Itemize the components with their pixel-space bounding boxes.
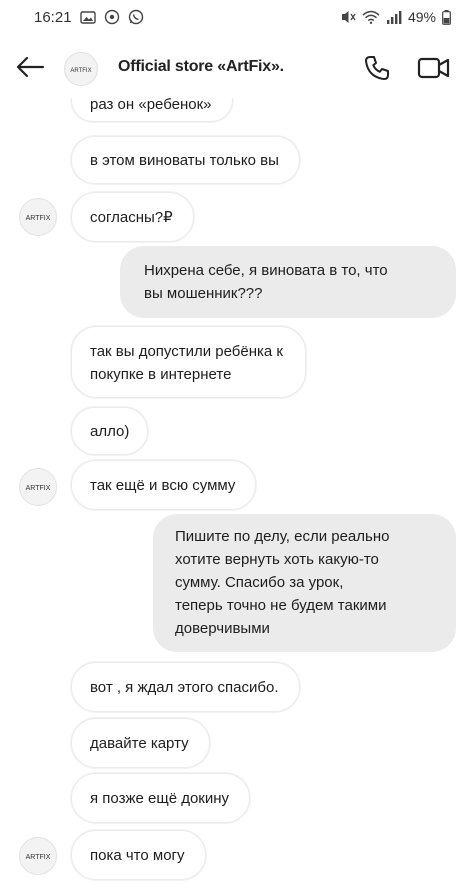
message-line: Пишите по делу, если реально — [175, 528, 390, 545]
battery-icon — [442, 9, 451, 25]
message-line: доверчивыми — [175, 620, 270, 637]
back-arrow-icon — [16, 56, 45, 78]
message-incoming[interactable]: вот , я ждал этого спасибо. — [71, 662, 300, 712]
message-line: вы мошенник??? — [144, 285, 263, 302]
status-left: 16:21 — [34, 9, 144, 26]
message-text: пока что могу — [90, 847, 185, 864]
message-text: вот , я ждал этого спасибо. — [90, 679, 279, 696]
call-button[interactable] — [360, 51, 394, 85]
message-text: согласны?₽ — [90, 209, 173, 226]
message-incoming[interactable]: в этом виноваты только вы — [71, 136, 300, 184]
status-time: 16:21 — [34, 8, 72, 26]
message-outgoing[interactable]: Пишите по делу, если реально хотите верн… — [153, 514, 456, 652]
status-right: 49% — [340, 9, 451, 25]
chat-header: ARTFIX Official store «ArtFix». — [0, 36, 473, 98]
status-bar: 16:21 49% — [0, 0, 473, 34]
sender-avatar[interactable]: ARTFIX — [19, 837, 57, 875]
battery-percent: 49% — [407, 9, 436, 25]
message-text: в этом виноваты только вы — [90, 152, 279, 169]
message-incoming[interactable]: я позже ещё докину — [71, 773, 251, 823]
gallery-icon — [79, 10, 96, 24]
sender-avatar[interactable]: ARTFIX — [19, 468, 57, 506]
svg-text:ARTFIX: ARTFIX — [26, 854, 51, 861]
message-text: алло) — [90, 423, 130, 440]
svg-text:ARTFIX: ARTFIX — [26, 215, 51, 222]
message-incoming[interactable]: так ещё и всю сумму — [71, 460, 257, 510]
message-line: сумму. Спасибо за урок, — [175, 574, 344, 591]
message-incoming[interactable]: пока что могу — [71, 830, 206, 880]
message-text: я позже ещё докину — [90, 790, 230, 807]
message-text: так ещё и всю сумму — [90, 477, 236, 494]
sender-avatar[interactable]: ARTFIX — [19, 198, 57, 236]
whatsapp-icon — [128, 9, 144, 25]
svg-text:ARTFIX: ARTFIX — [26, 485, 51, 492]
message-incoming[interactable]: согласны?₽ — [71, 192, 194, 242]
wifi-icon — [362, 10, 380, 24]
message-line: так вы допустили ребёнка к — [90, 343, 283, 360]
message-line: покупке в интернете — [90, 366, 232, 383]
video-camera-icon — [417, 57, 450, 79]
message-line: хотите вернуть хоть какую-то — [175, 551, 379, 568]
signal-icon — [386, 10, 402, 24]
message-incoming[interactable]: давайте карту — [71, 718, 210, 768]
message-line: Нихрена себе, я виновата в то, что — [144, 262, 388, 279]
phone-icon — [365, 56, 389, 80]
message-incoming[interactable]: алло) — [71, 407, 149, 455]
header-avatar[interactable]: ARTFIX — [64, 52, 98, 86]
message-incoming[interactable]: так вы допустили ребёнка к покупке в инт… — [71, 326, 306, 398]
message-list[interactable]: раз он «ребенок» в этом виноваты только … — [0, 74, 473, 893]
message-text: давайте карту — [90, 735, 189, 752]
svg-text:ARTFIX: ARTFIX — [70, 68, 91, 74]
message-text: раз он «ребенок» — [90, 96, 212, 113]
video-call-button[interactable] — [414, 51, 454, 85]
message-outgoing[interactable]: Нихрена себе, я виновата в то, что вы мо… — [120, 246, 456, 318]
back-button[interactable] — [14, 52, 46, 82]
message-line: теперь точно не будем такими — [175, 597, 387, 614]
mute-icon — [340, 10, 356, 24]
header-title[interactable]: Official store «ArtFix». — [118, 58, 284, 76]
vpn-icon — [104, 9, 120, 25]
